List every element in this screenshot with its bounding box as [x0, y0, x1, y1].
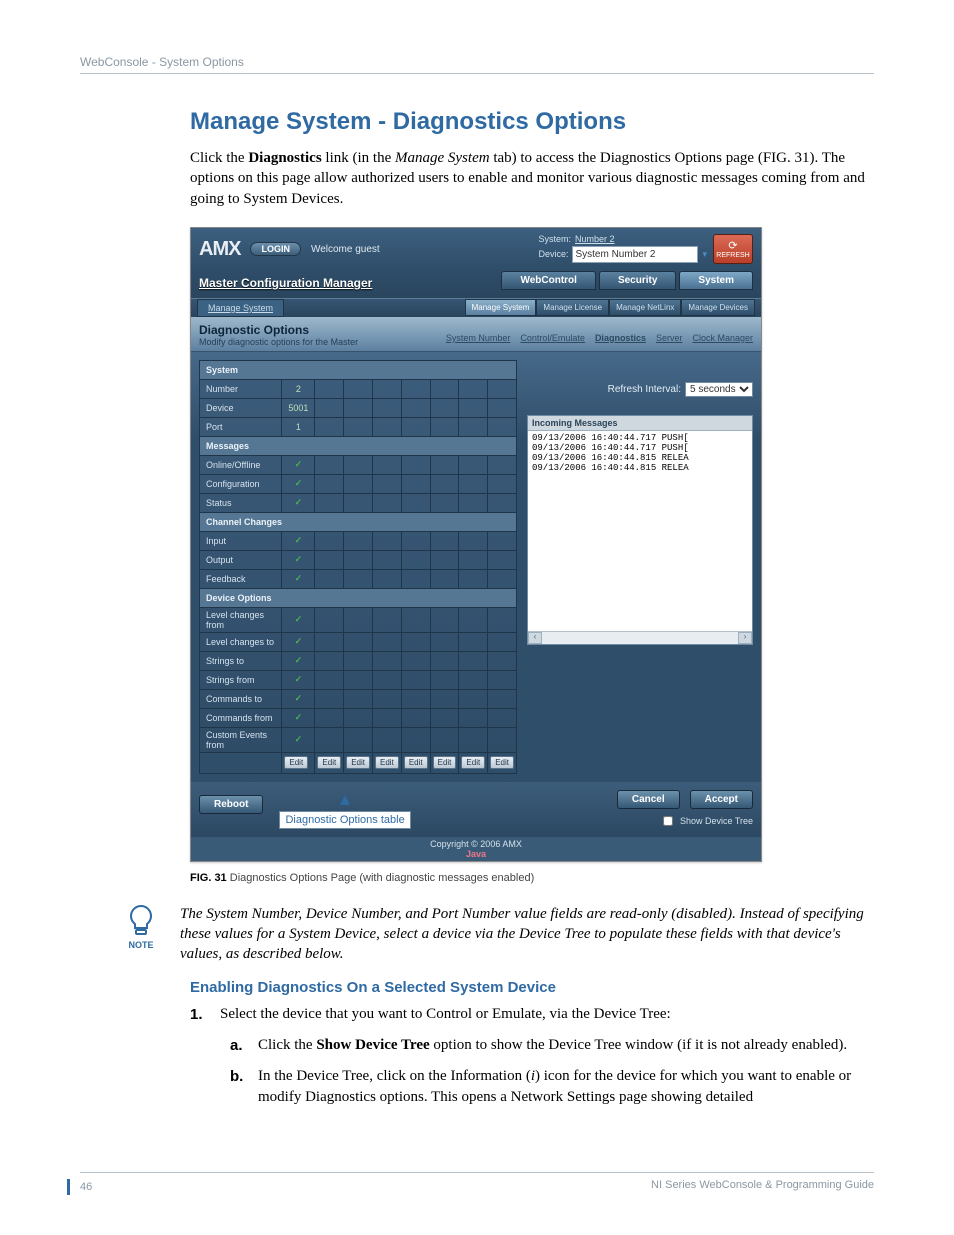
sublink-system-number[interactable]: System Number — [446, 333, 511, 343]
step-1a-letter: a. — [230, 1035, 248, 1056]
check-icon: ✓ — [295, 655, 303, 665]
minitab-manage-devices[interactable]: Manage Devices — [681, 299, 755, 316]
check-icon: ✓ — [295, 459, 303, 469]
copyright: Copyright © 2006 AMX — [430, 839, 522, 849]
table-row: Configuration✓ — [200, 474, 517, 493]
incoming-messages-body: 09/13/2006 16:40:44.717 PUSH[ 09/13/2006… — [528, 431, 752, 475]
refresh-button[interactable]: ⟳ REFRESH — [713, 234, 753, 264]
step-1b-text: In the Device Tree, click on the Informa… — [258, 1066, 874, 1108]
check-icon: ✓ — [295, 712, 303, 722]
table-row: Commands from✓ — [200, 708, 517, 727]
page-number: 46 — [67, 1179, 92, 1195]
panel-subtitle: Modify diagnostic options for the Master — [199, 337, 358, 347]
scroll-right-icon[interactable]: › — [738, 632, 752, 644]
minitab-manage-system[interactable]: Manage System — [465, 299, 537, 316]
breadcrumb[interactable]: Manage System — [197, 299, 284, 317]
chevron-down-icon[interactable]: ▾ — [702, 249, 707, 260]
sublink-diagnostics[interactable]: Diagnostics — [595, 333, 646, 343]
callout-label: Diagnostic Options table — [279, 811, 410, 829]
horizontal-scrollbar[interactable]: ‹ › — [528, 631, 752, 644]
step-1-text: Select the device that you want to Contr… — [220, 1004, 671, 1025]
incoming-messages-header: Incoming Messages — [528, 416, 752, 431]
tab-system[interactable]: System — [679, 271, 753, 290]
check-icon: ✓ — [295, 478, 303, 488]
step-1a-text: Click the Show Device Tree option to sho… — [258, 1035, 847, 1056]
incoming-messages-panel: Incoming Messages 09/13/2006 16:40:44.71… — [527, 415, 753, 645]
table-row: Online/Offline✓ — [200, 455, 517, 474]
check-icon: ✓ — [295, 636, 303, 646]
callout-arrow-icon — [340, 795, 350, 805]
check-icon: ✓ — [295, 693, 303, 703]
edit-button[interactable]: Edit — [375, 756, 399, 769]
minitab-manage-license[interactable]: Manage License — [536, 299, 609, 316]
scroll-left-icon[interactable]: ‹ — [528, 632, 542, 644]
check-icon: ✓ — [295, 497, 303, 507]
page-title: Manage System - Diagnostics Options — [190, 108, 874, 136]
diagnostics-table: SystemNumber2Device5001Port1MessagesOnli… — [199, 360, 517, 774]
table-row: Level changes to✓ — [200, 632, 517, 651]
system-label: System: — [538, 234, 571, 244]
refresh-icon: ⟳ — [728, 239, 737, 252]
table-row: Status✓ — [200, 493, 517, 512]
table-row: Feedback✓ — [200, 569, 517, 588]
table-row: Strings from✓ — [200, 670, 517, 689]
reboot-button[interactable]: Reboot — [199, 795, 263, 814]
refresh-interval-label: Refresh Interval: — [608, 384, 681, 395]
intro-paragraph: Click the Diagnostics link (in the Manag… — [190, 148, 874, 209]
table-row: Input✓ — [200, 531, 517, 550]
table-row: Port1 — [200, 417, 517, 436]
mcm-title: Master Configuration Manager — [199, 276, 372, 290]
edit-button[interactable]: Edit — [433, 756, 457, 769]
table-row: Commands to✓ — [200, 689, 517, 708]
edit-button[interactable]: Edit — [284, 756, 308, 769]
check-icon: ✓ — [295, 674, 303, 684]
refresh-interval-select[interactable]: 5 seconds — [685, 382, 753, 397]
accept-button[interactable]: Accept — [690, 790, 753, 809]
table-row: Custom Events from✓ — [200, 727, 517, 752]
check-icon: ✓ — [295, 535, 303, 545]
tab-webcontrol[interactable]: WebControl — [501, 271, 595, 290]
step-1-number: 1. — [190, 1004, 208, 1025]
sublink-clock-manager[interactable]: Clock Manager — [692, 333, 753, 343]
table-row: Device5001 — [200, 398, 517, 417]
java-badge-icon: Java — [466, 849, 486, 859]
panel-title: Diagnostic Options — [199, 323, 358, 337]
sublink-control-emulate[interactable]: Control/Emulate — [520, 333, 585, 343]
table-row: Strings to✓ — [200, 651, 517, 670]
figure-caption: FIG. 31 Diagnostics Options Page (with d… — [190, 872, 874, 884]
step-1b-letter: b. — [230, 1066, 248, 1108]
tab-security[interactable]: Security — [599, 271, 676, 290]
sublink-server[interactable]: Server — [656, 333, 683, 343]
note-icon: NOTE — [120, 904, 162, 950]
table-row: Output✓ — [200, 550, 517, 569]
welcome-text: Welcome guest — [311, 244, 380, 255]
table-row: Level changes from✓ — [200, 607, 517, 632]
edit-button[interactable]: Edit — [490, 756, 514, 769]
check-icon: ✓ — [295, 554, 303, 564]
check-icon: ✓ — [295, 614, 303, 624]
device-label: Device: — [538, 249, 568, 259]
show-device-tree-checkbox[interactable] — [663, 816, 673, 826]
section-title: Enabling Diagnostics On a Selected Syste… — [190, 979, 874, 996]
note-text: The System Number, Device Number, and Po… — [180, 904, 874, 965]
minitab-manage-netlinx[interactable]: Manage NetLinx — [609, 299, 681, 316]
edit-button[interactable]: Edit — [346, 756, 370, 769]
login-button[interactable]: LOGIN — [250, 242, 301, 256]
running-header: WebConsole - System Options — [80, 55, 874, 74]
amx-logo: AMX — [199, 238, 240, 261]
table-row: Number2 — [200, 379, 517, 398]
show-device-tree-label: Show Device Tree — [680, 816, 753, 826]
figure-screenshot: AMX LOGIN Welcome guest System: Number 2… — [190, 227, 762, 862]
edit-button[interactable]: Edit — [317, 756, 341, 769]
footer-right: NI Series WebConsole & Programming Guide — [651, 1179, 874, 1195]
check-icon: ✓ — [295, 734, 303, 744]
device-select[interactable] — [572, 246, 698, 263]
check-icon: ✓ — [295, 573, 303, 583]
system-value[interactable]: Number 2 — [575, 234, 615, 244]
edit-button[interactable]: Edit — [404, 756, 428, 769]
edit-button[interactable]: Edit — [461, 756, 485, 769]
cancel-button[interactable]: Cancel — [617, 790, 680, 809]
